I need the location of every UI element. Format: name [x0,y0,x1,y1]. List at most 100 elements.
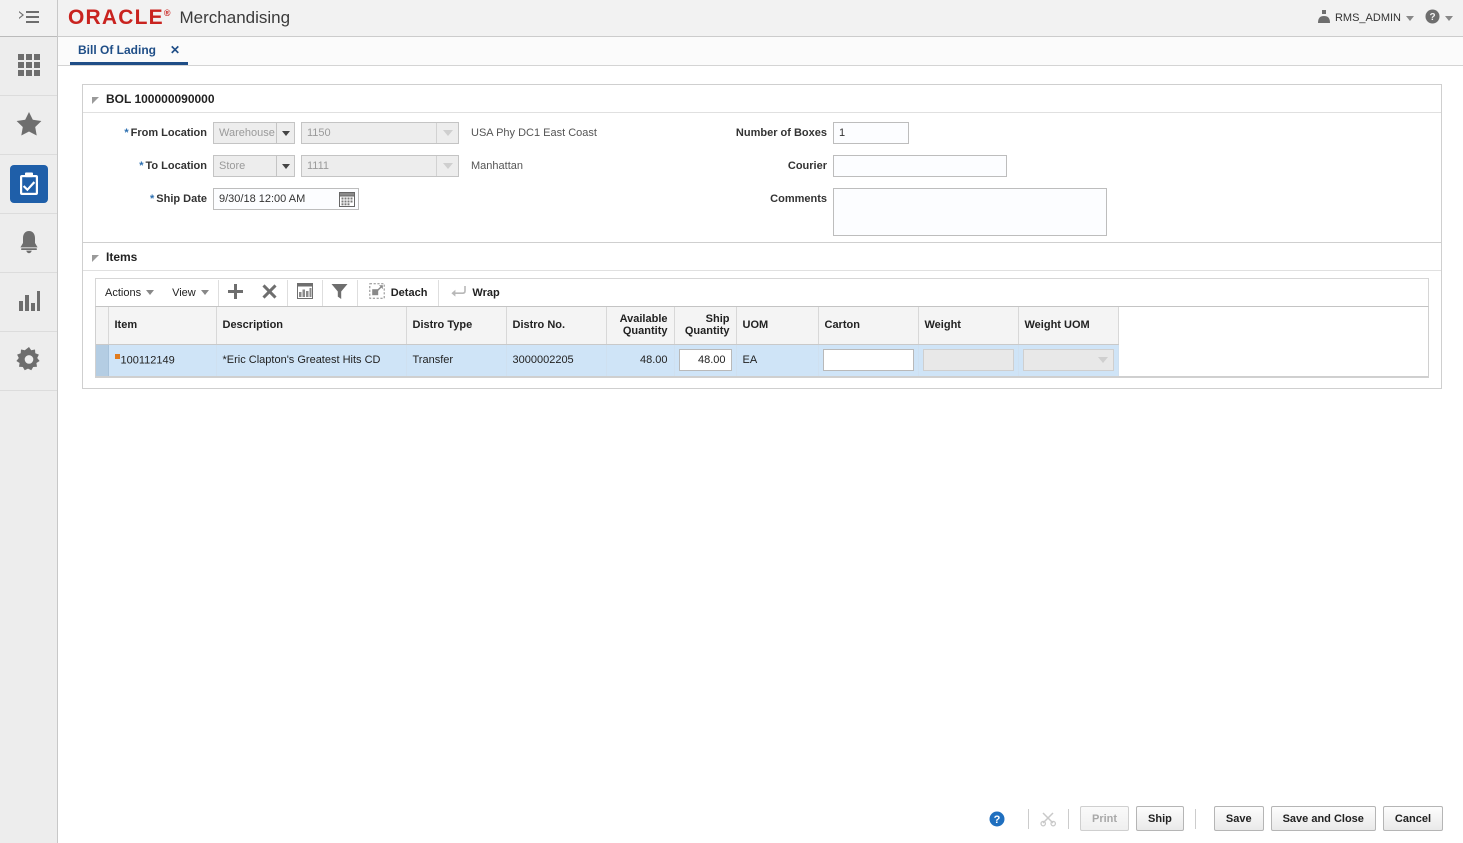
column-header-ship-quantity[interactable]: Ship Quantity [674,307,737,345]
weight-uom-select[interactable] [1022,349,1114,371]
close-icon[interactable]: ✕ [170,43,180,57]
to-location-id-field[interactable]: 1111 [301,155,459,177]
column-header-uom[interactable]: UOM [736,307,819,345]
actions-menu-button[interactable]: Actions [96,279,163,306]
sidebar-item-favorites[interactable] [0,96,57,155]
items-panel-header: Items [83,243,1441,271]
sidebar-item-applications[interactable] [0,37,57,96]
save-and-close-button[interactable]: Save and Close [1270,806,1376,831]
ship-date-label: * Ship Date [149,193,207,205]
chevron-down-icon[interactable] [1093,350,1113,370]
column-header-distro-type[interactable]: Distro Type [406,307,507,345]
bar-chart-icon [16,289,42,316]
number-of-boxes-input[interactable] [833,122,909,144]
tab-strip: Bill Of Lading ✕ [58,37,1463,66]
cell-available-quantity[interactable]: 48.00 [606,344,675,377]
wrap-icon [450,284,467,301]
courier-label: Courier [787,160,827,172]
chevron-down-icon[interactable] [276,156,294,176]
cancel-button[interactable]: Cancel [1382,806,1443,831]
weight-input[interactable] [922,349,1014,371]
sidebar-item-reports[interactable] [0,273,57,332]
cell-description[interactable]: *Eric Clapton's Greatest Hits CD [216,344,407,377]
export-to-spreadsheet-button[interactable] [288,279,322,306]
number-of-boxes-label: Number of Boxes [735,127,827,139]
carton-input[interactable] [822,349,914,371]
help-circle-blue-icon[interactable]: ? [989,811,1005,827]
field-row-comments: Comments [713,188,1107,236]
column-header-description[interactable]: Description [216,307,407,345]
from-location-id-field[interactable]: 1150 [301,122,459,144]
oracle-wordmark: ORACLE [68,6,164,29]
row-handle[interactable] [96,344,109,377]
calendar-icon[interactable] [338,190,356,208]
sidebar-item-tasks[interactable] [0,155,57,214]
user-name[interactable]: RMS_ADMIN [1335,12,1401,24]
from-location-type-select[interactable]: Warehouse [213,122,295,144]
cut-disabled-icon [1040,810,1057,827]
help-circle-icon[interactable]: ? [1425,9,1440,27]
disclosure-triangle-icon[interactable] [92,254,99,262]
ship-quantity-input[interactable] [678,349,732,371]
bol-form-right-column: Number of Boxes Courier Comments [713,122,1107,236]
column-header-weight[interactable]: Weight [918,307,1019,345]
wrap-button[interactable]: Wrap [439,279,510,306]
collapse-menu-icon [18,9,40,28]
filter-button[interactable] [323,279,357,306]
column-header-item[interactable]: Item [108,307,217,345]
lov-search-chevron-icon[interactable] [436,156,458,176]
add-row-button[interactable] [219,279,253,306]
cell-carton[interactable] [818,344,919,377]
wrap-label: Wrap [472,286,500,299]
to-location-label: * To Location [139,160,207,172]
clipboard-check-icon [9,165,48,203]
tab-label: Bill Of Lading [78,43,156,57]
cell-distro-type[interactable]: Transfer [406,344,507,377]
cell-weight[interactable] [918,344,1019,377]
sidebar-item-notifications[interactable] [0,214,57,273]
comments-textarea[interactable] [833,188,1107,236]
column-header-carton[interactable]: Carton [818,307,919,345]
bol-form: * From Location Warehouse 1150 USA Phy DC… [83,113,1441,248]
items-grid: Item Description Distro Type Distro No. … [96,307,1428,377]
bol-panel: BOL 100000090000 * From Location Warehous… [82,84,1442,249]
cell-uom[interactable]: EA [736,344,819,377]
save-button[interactable]: Save [1213,806,1264,831]
help-menu-chevron-down-icon[interactable] [1445,15,1453,21]
print-button[interactable]: Print [1079,806,1130,831]
column-header-distro-no[interactable]: Distro No. [506,307,607,345]
table-row[interactable]: 100112149 *Eric Clapton's Greatest Hits … [96,344,1428,377]
footer-divider [1067,808,1069,829]
detach-button[interactable]: Detach [358,279,439,306]
cell-item-value: 100112149 [120,354,175,367]
cell-ship-quantity[interactable] [674,344,737,377]
lov-search-chevron-icon[interactable] [436,123,458,143]
cell-distro-no[interactable]: 3000002205 [506,344,607,377]
sidebar-item-settings[interactable] [0,332,57,391]
column-header-available-quantity[interactable]: Available Quantity [606,307,675,345]
svg-text:?: ? [1429,12,1435,23]
courier-input[interactable] [833,155,1007,177]
cell-item[interactable]: 100112149 [108,344,217,377]
view-menu-button[interactable]: View [163,279,218,306]
ship-button[interactable]: Ship [1136,806,1184,831]
user-menu-chevron-down-icon[interactable] [1406,15,1414,21]
view-menu-label: View [172,286,196,299]
chevron-down-icon[interactable] [276,123,294,143]
oracle-trademark: ® [163,8,171,18]
delete-row-button[interactable] [253,279,287,306]
row-handle-header [96,307,109,345]
chevron-down-icon [200,290,209,295]
funnel-filter-icon [331,283,348,303]
footer-divider [1027,808,1029,829]
to-location-type-select[interactable]: Store [213,155,295,177]
svg-text:?: ? [994,813,1001,825]
disclosure-triangle-icon[interactable] [92,96,99,104]
detach-icon [369,283,385,302]
rail-toggle-button[interactable] [0,0,57,37]
cell-weight-uom[interactable] [1018,344,1119,377]
required-marker-icon [114,353,120,359]
column-header-weight-uom[interactable]: Weight UOM [1018,307,1119,345]
items-table: Item Description Distro Type Distro No. … [95,306,1429,378]
tab-bill-of-lading[interactable]: Bill Of Lading ✕ [70,39,189,65]
